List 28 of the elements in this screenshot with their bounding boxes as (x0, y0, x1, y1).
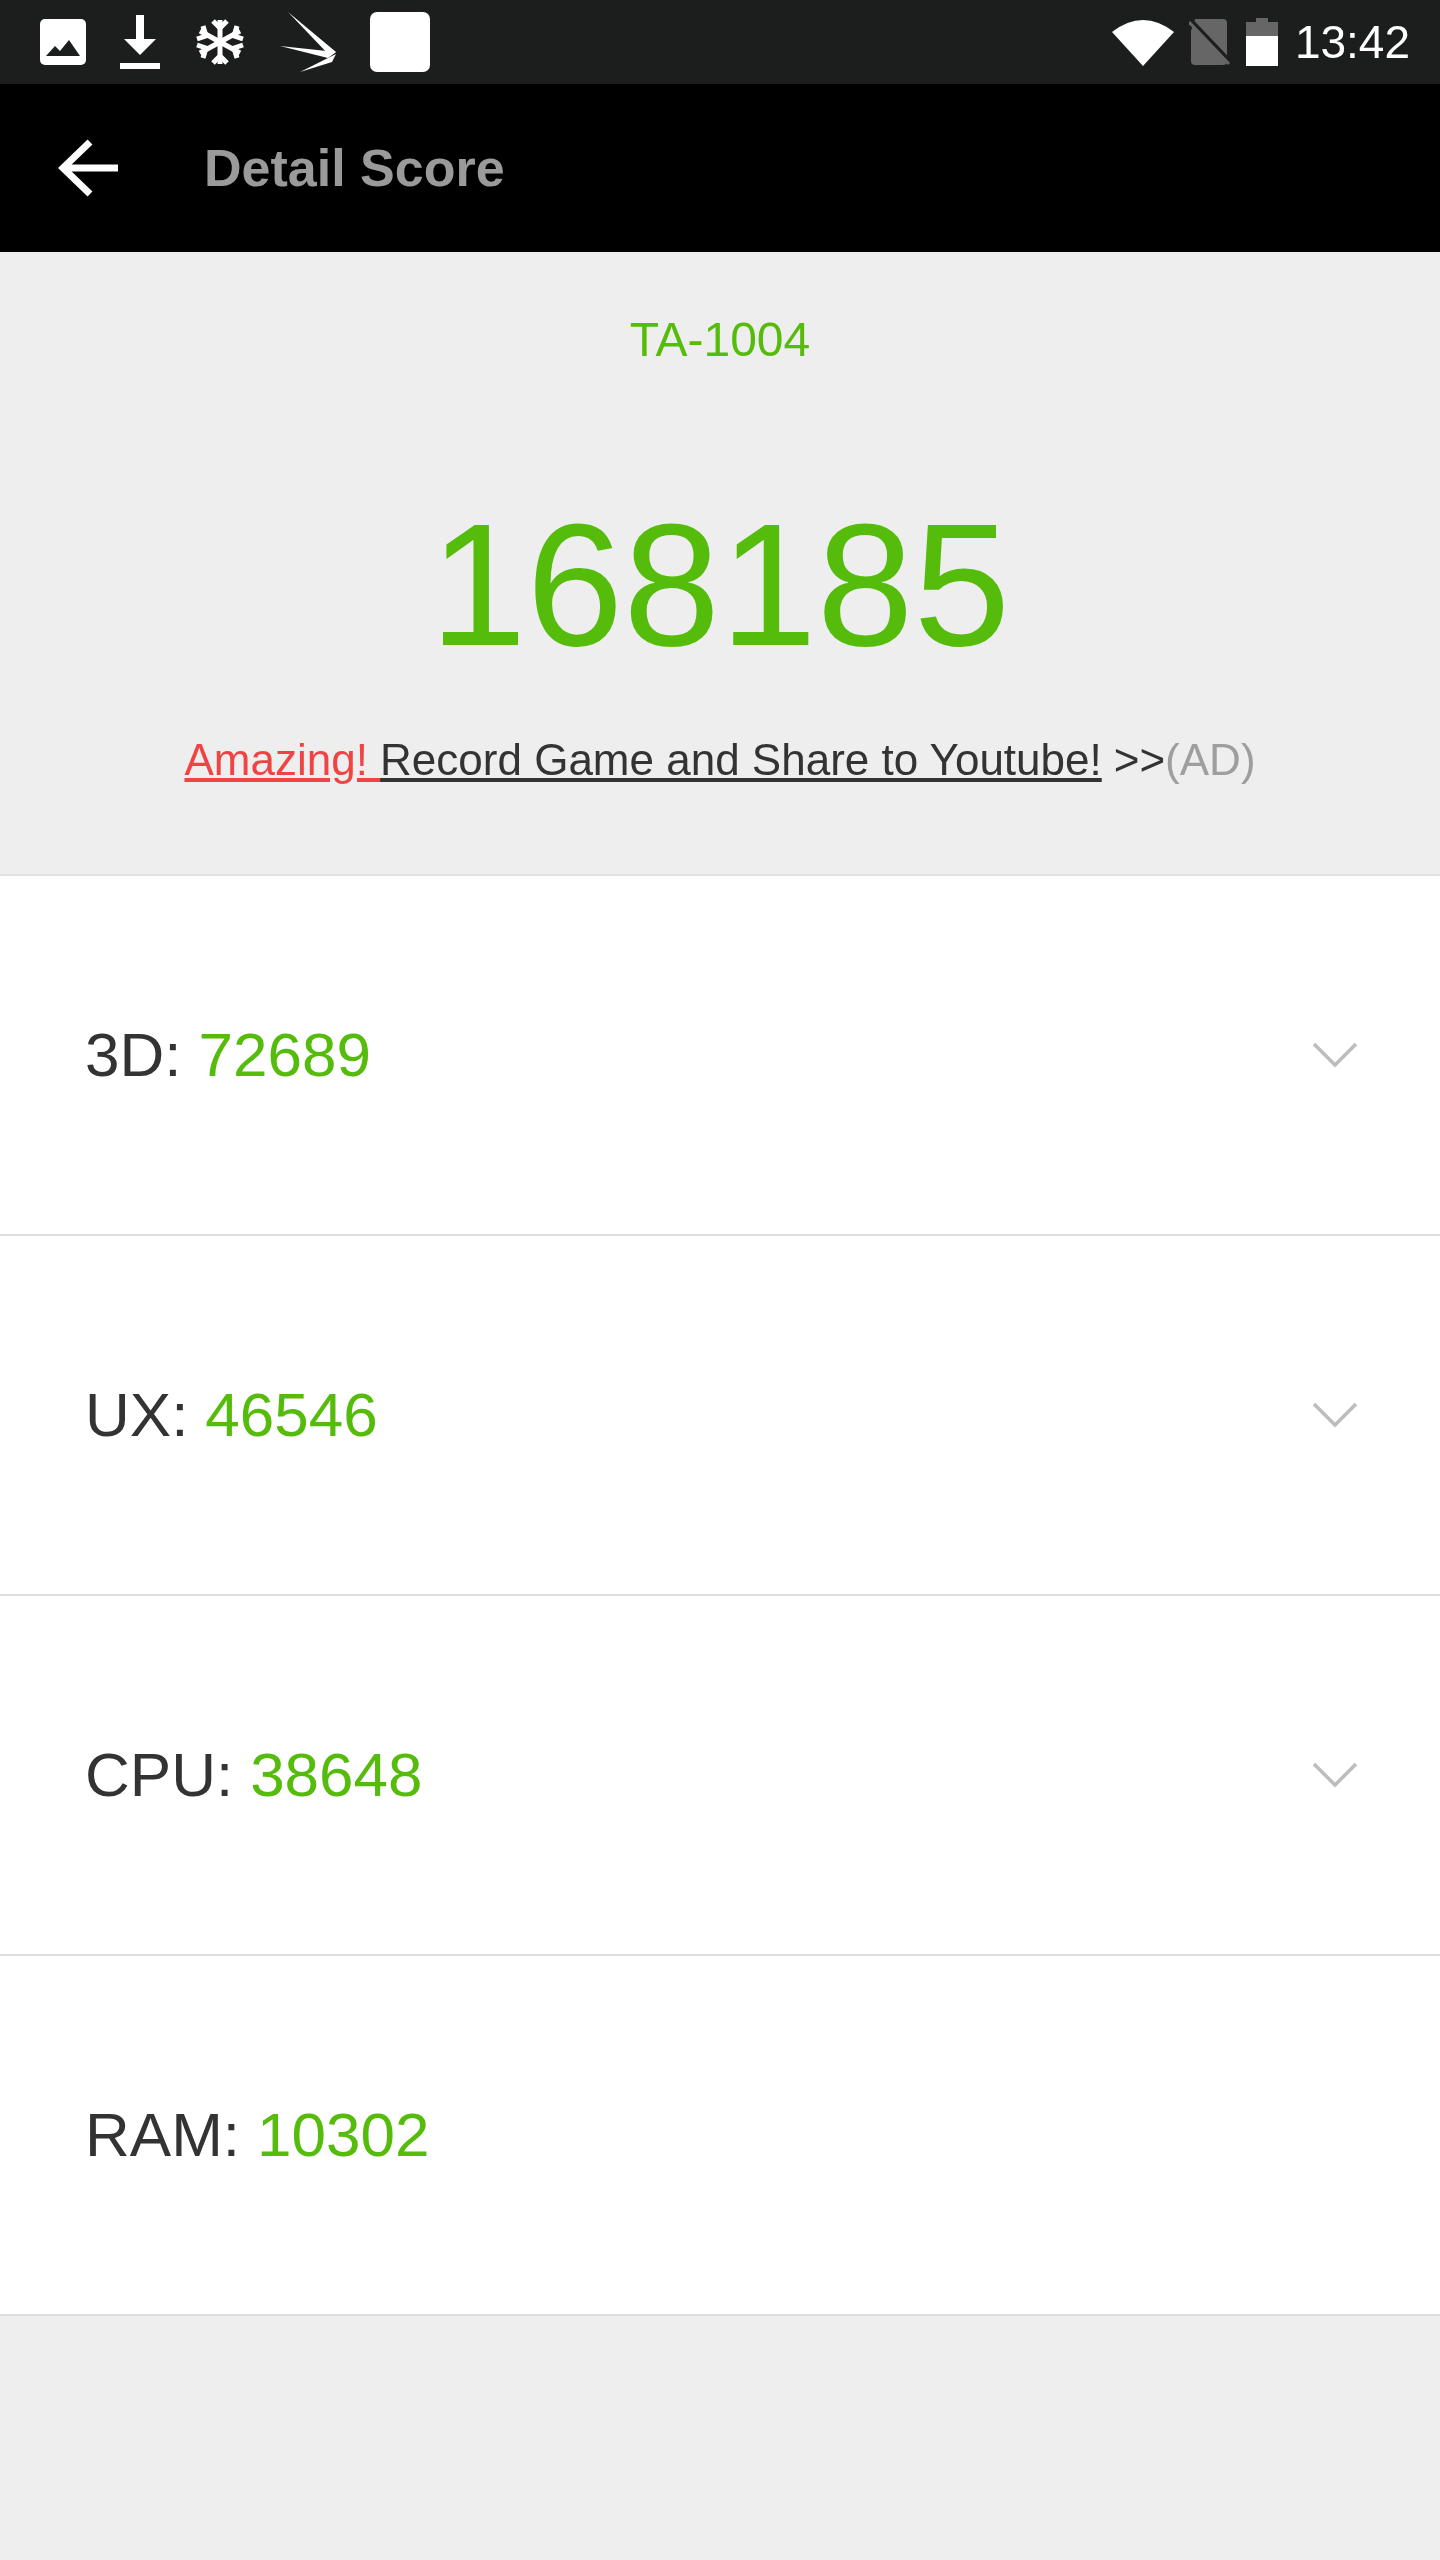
ad-arrows: >> (1113, 734, 1166, 786)
score-value: 38648 (250, 1739, 423, 1811)
no-sim-icon (1188, 19, 1231, 65)
score-row[interactable]: UX: 46546 (0, 1236, 1440, 1596)
score-row[interactable]: CPU: 38648 (0, 1596, 1440, 1956)
shards-icon (280, 12, 336, 72)
score-row[interactable]: 3D: 72689 (0, 876, 1440, 1236)
score-value: 46546 (205, 1379, 378, 1451)
square-icon (370, 12, 430, 72)
clock-time: 13:42 (1294, 16, 1410, 68)
image-icon (40, 19, 86, 65)
score-value: 10302 (257, 2099, 430, 2171)
ad-link[interactable]: Amazing! Record Game and Share to Youtube! (184, 732, 1102, 788)
total-score: 168185 (429, 498, 1011, 672)
back-arrow-icon (58, 138, 118, 198)
device-model: TA-1004 (629, 312, 811, 368)
score-label: 3D: (85, 1019, 182, 1091)
back-button[interactable] (58, 138, 118, 198)
battery-icon (1245, 18, 1278, 66)
ad-label: (AD) (1165, 734, 1256, 786)
snowflake-icon (194, 18, 246, 66)
score-label: UX: (85, 1379, 189, 1451)
download-icon (120, 15, 160, 69)
score-label: RAM: (85, 2099, 240, 2171)
wifi-icon (1111, 18, 1174, 66)
screen-title: Detail Score (204, 138, 505, 198)
score-label: CPU: (85, 1739, 234, 1811)
score-value: 72689 (198, 1019, 371, 1091)
